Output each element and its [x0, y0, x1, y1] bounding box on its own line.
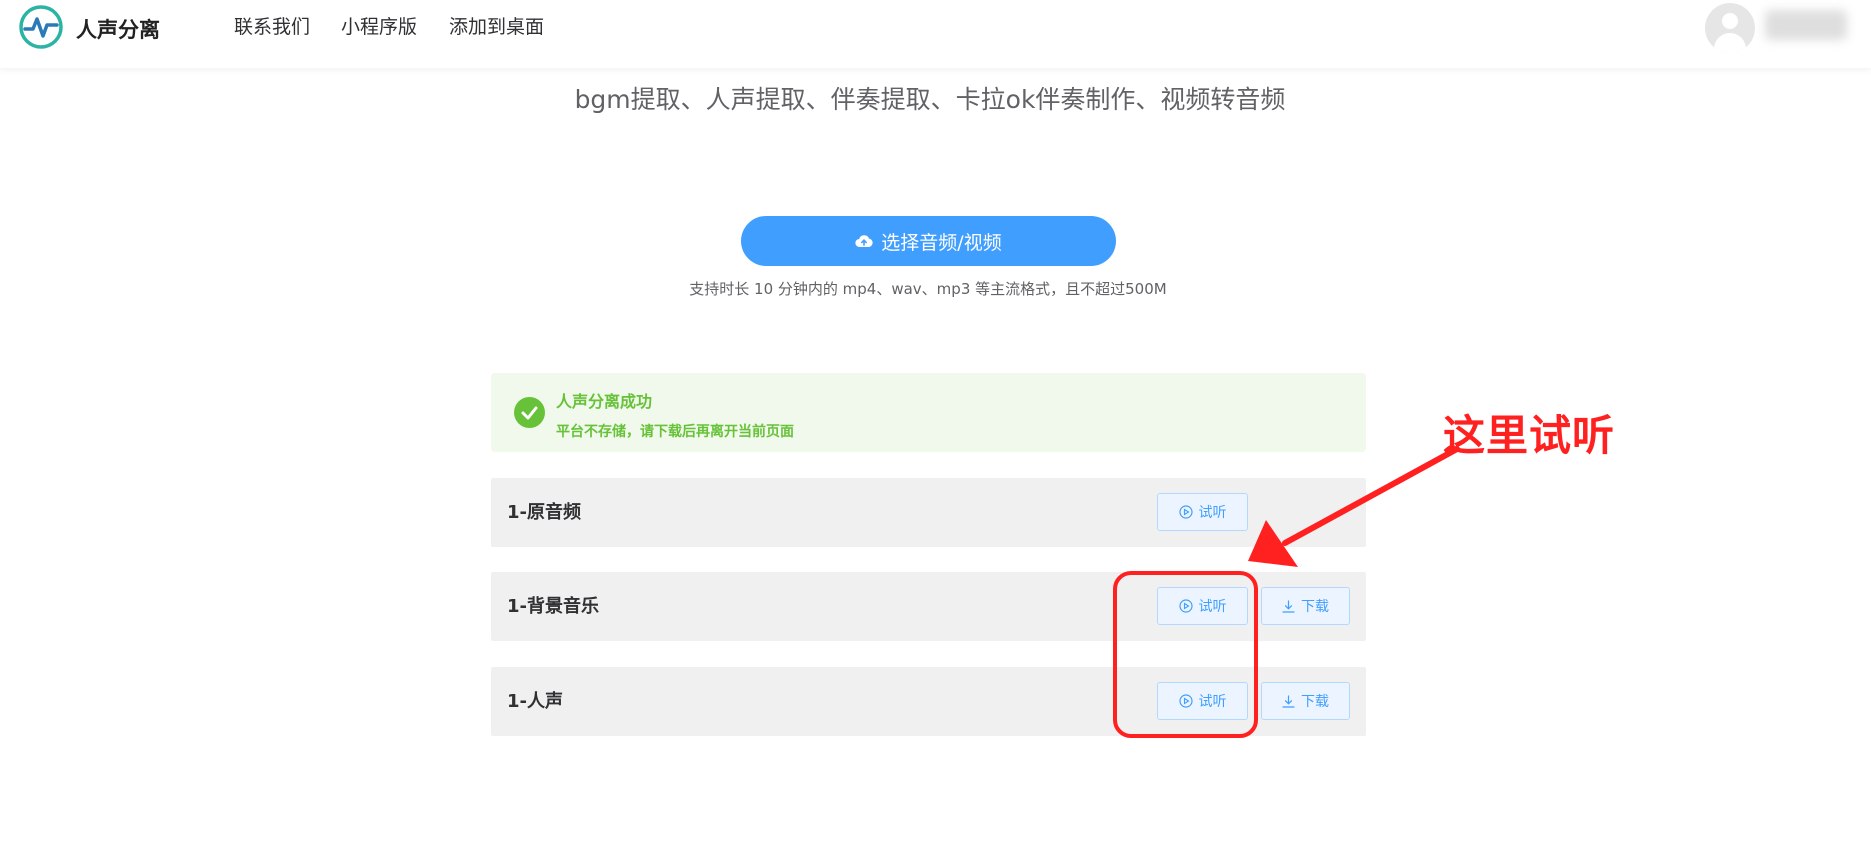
annotation-text: 这里试听 [1443, 411, 1616, 460]
alert-description: 平台不存储，请下载后再离开当前页面 [556, 424, 794, 440]
play-button[interactable]: 试听 [1157, 493, 1248, 531]
select-file-label: 选择音频/视频 [881, 231, 1002, 254]
description-line-2: bgm提取、人声提取、伴奏提取、卡拉ok伴奏制作、视频转音频 [574, 85, 1286, 114]
brand-name[interactable]: 人声分离 [76, 14, 160, 44]
result-title: 1-人声 [507, 691, 563, 712]
select-file-button[interactable]: 选择音频/视频 [741, 216, 1116, 266]
waveform-logo-icon[interactable] [18, 4, 64, 50]
play-circle-icon [1178, 505, 1193, 519]
success-alert: 人声分离成功 平台不存储，请下载后再离开当前页面 [491, 373, 1366, 452]
result-title: 1-原音频 [507, 502, 581, 523]
download-label: 下载 [1301, 694, 1329, 710]
download-label: 下载 [1301, 599, 1329, 615]
upload-hint: 支持时长 10 分钟内的 mp4、wav、mp3 等主流格式，且不超过500M [689, 280, 1167, 298]
username-blurred[interactable] [1765, 10, 1847, 40]
nav-add-to-desktop[interactable]: 添加到桌面 [449, 12, 544, 39]
download-button[interactable]: 下载 [1261, 682, 1350, 720]
result-row-vocals: 1-人声 试听 下载 [491, 667, 1366, 736]
play-label: 试听 [1198, 694, 1227, 710]
play-label: 试听 [1198, 599, 1227, 615]
download-button[interactable]: 下载 [1261, 587, 1350, 625]
result-title: 1-背景音乐 [507, 596, 599, 617]
nav-contact-us[interactable]: 联系我们 [234, 12, 310, 39]
top-navbar: 人声分离 联系我们 小程序版 添加到桌面 [0, 0, 1871, 68]
nav-mini-program[interactable]: 小程序版 [341, 12, 417, 39]
result-row-bgm: 1-背景音乐 试听 下载 [491, 572, 1366, 641]
user-avatar-icon[interactable] [1705, 3, 1755, 53]
cloud-upload-icon [855, 235, 873, 248]
alert-title: 人声分离成功 [556, 392, 653, 411]
result-row-original: 1-原音频 试听 [491, 478, 1366, 547]
success-check-icon [514, 397, 545, 428]
play-label: 试听 [1198, 505, 1227, 521]
download-icon [1282, 694, 1295, 708]
play-circle-icon [1178, 694, 1193, 708]
play-circle-icon [1178, 599, 1193, 613]
play-button[interactable]: 试听 [1157, 587, 1248, 625]
download-icon [1282, 599, 1295, 613]
play-button[interactable]: 试听 [1157, 682, 1248, 720]
